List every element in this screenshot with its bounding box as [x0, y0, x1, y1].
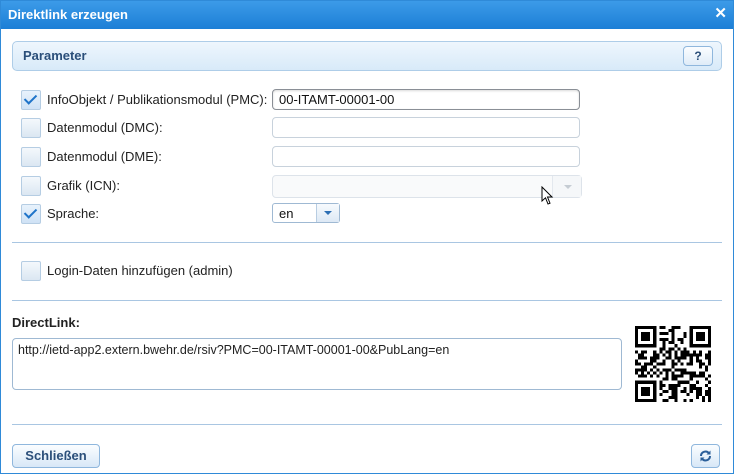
- help-button[interactable]: ?: [683, 46, 713, 66]
- dme-checkbox[interactable]: [21, 147, 41, 167]
- refresh-button[interactable]: [691, 444, 720, 468]
- login-label: Login-Daten hinzufügen (admin): [47, 263, 233, 278]
- dmc-label: Datenmodul (DMC):: [47, 120, 163, 135]
- separator: [12, 300, 722, 301]
- panel-title: Parameter: [23, 48, 87, 63]
- separator: [12, 242, 722, 243]
- qr-code: [635, 326, 711, 402]
- refresh-icon: [700, 450, 711, 462]
- dialog-titlebar[interactable]: Direktlink erzeugen ✕: [1, 1, 733, 29]
- dialog-title: Direktlink erzeugen: [8, 7, 128, 22]
- sprache-checkbox[interactable]: [21, 204, 41, 224]
- icn-dropdown-button[interactable]: [552, 176, 581, 197]
- login-checkbox[interactable]: [21, 261, 41, 281]
- parameter-panel-header: Parameter ?: [12, 41, 722, 71]
- directlink-textarea[interactable]: http://ietd-app2.extern.bwehr.de/rsiv?PM…: [12, 338, 622, 390]
- sprache-label: Sprache:: [47, 206, 100, 221]
- dme-label: Datenmodul (DME):: [47, 149, 162, 164]
- direktlink-dialog: Direktlink erzeugen ✕ Parameter ? InfoOb…: [0, 0, 734, 474]
- separator: [12, 424, 722, 425]
- pmc-label: InfoObjekt / Publikationsmodul (PMC):: [47, 92, 268, 107]
- mouse-cursor-icon: [541, 186, 554, 205]
- sprache-select[interactable]: en: [272, 203, 340, 223]
- dme-input[interactable]: [272, 146, 580, 167]
- sprache-dropdown-button[interactable]: [316, 204, 339, 222]
- sprache-select-value: en: [279, 206, 294, 221]
- directlink-label: DirectLink:: [12, 315, 80, 330]
- dmc-input[interactable]: [272, 117, 580, 138]
- close-icon[interactable]: ✕: [714, 4, 727, 22]
- pmc-checkbox[interactable]: [21, 90, 41, 110]
- close-button[interactable]: Schließen: [12, 444, 100, 468]
- icn-label: Grafik (ICN):: [47, 178, 120, 193]
- icn-checkbox[interactable]: [21, 176, 41, 196]
- chevron-down-icon: [564, 185, 572, 189]
- dmc-checkbox[interactable]: [21, 118, 41, 138]
- pmc-input[interactable]: 00-ITAMT-00001-00: [272, 89, 580, 110]
- chevron-down-icon: [324, 211, 332, 215]
- icn-combobox[interactable]: [272, 175, 582, 198]
